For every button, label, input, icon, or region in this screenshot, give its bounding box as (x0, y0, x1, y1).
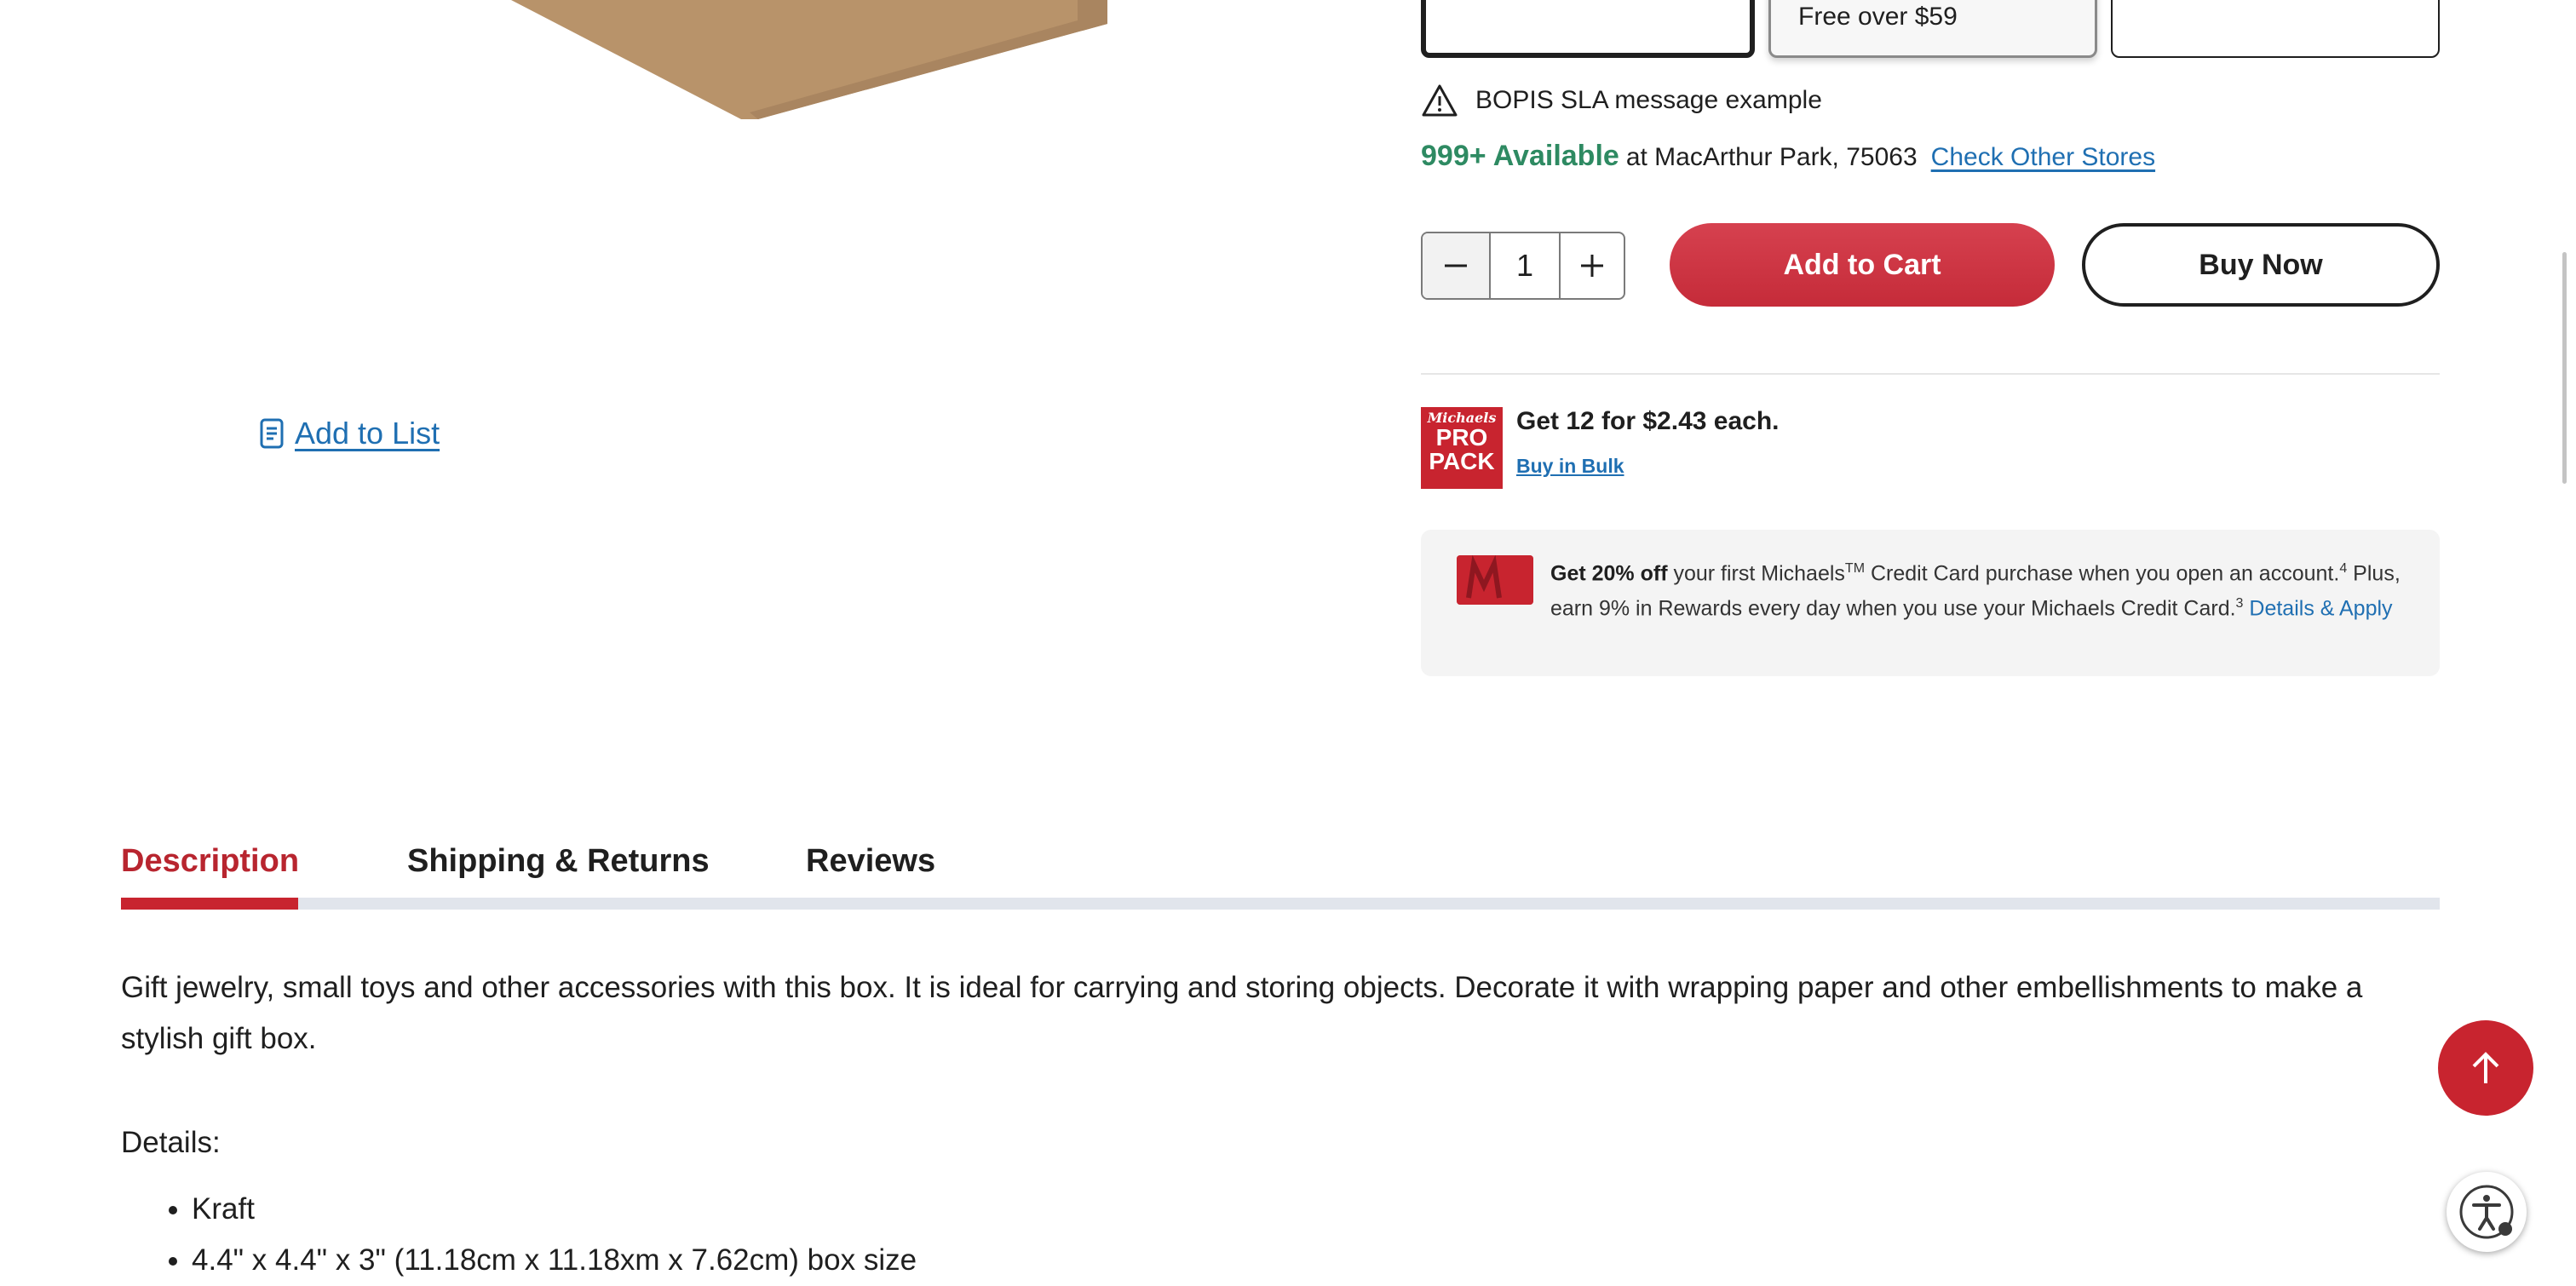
credit-card-promo-text: Get 20% off your first MichaelsTM Credit… (1550, 554, 2411, 624)
arrow-up-icon (2472, 1052, 2499, 1083)
fulfillment-option-pickup[interactable] (1421, 0, 1755, 58)
details-item: 4.4" x 4.4" x 3" (11.18cm x 11.18xm x 7.… (192, 1235, 917, 1286)
tab-track (121, 898, 2440, 910)
availability-count: 999+ Available (1421, 140, 1619, 172)
quantity-input[interactable]: 1 (1491, 233, 1561, 298)
store-availability: 999+ Available at MacArthur Park, 75063 … (1421, 140, 2155, 173)
details-list: Kraft 4.4" x 4.4" x 3" (11.18cm x 11.18x… (121, 1184, 917, 1286)
pro-pack-logo-line2: PACK (1429, 448, 1495, 474)
accessibility-button[interactable] (2447, 1172, 2527, 1252)
product-description: Gift jewelry, small toys and other acces… (121, 971, 2363, 1055)
shipping-option-text: Free over $59 (1798, 3, 1958, 31)
details-label: Details: (121, 1126, 221, 1159)
promo-text-1: your first Michaels (1667, 561, 1845, 586)
sla-message-text: BOPIS SLA message example (1475, 86, 1822, 114)
quantity-stepper: 1 (1421, 232, 1625, 300)
add-to-cart-button[interactable]: Add to Cart (1670, 223, 2055, 307)
check-other-stores-link[interactable]: Check Other Stores (1931, 143, 2155, 172)
fulfillment-option-delivery[interactable] (2111, 0, 2440, 58)
tab-description[interactable]: Description (121, 843, 299, 880)
fulfillment-option-shipping[interactable]: Free over $59 (1768, 0, 2097, 58)
add-to-list-link[interactable]: Add to List (259, 416, 440, 451)
section-divider (1421, 373, 2440, 375)
back-to-top-button[interactable] (2438, 1020, 2533, 1116)
tab-active-indicator (121, 898, 298, 910)
plus-icon (1581, 255, 1603, 277)
quantity-increase-button[interactable] (1561, 233, 1624, 298)
promo-bold: Get 20% off (1550, 561, 1668, 586)
tab-reviews[interactable]: Reviews (806, 843, 935, 880)
add-to-list-label: Add to List (295, 416, 440, 451)
buy-now-button[interactable]: Buy Now (2082, 223, 2440, 307)
product-image (511, 0, 1107, 119)
promo-sup-1: 4 (2339, 561, 2348, 576)
sla-message: BOPIS SLA message example (1421, 83, 1822, 118)
details-item: Kraft (192, 1184, 917, 1235)
tab-shipping-returns[interactable]: Shipping & Returns (407, 843, 710, 880)
availability-location: at MacArthur Park, 75063 (1625, 143, 1918, 171)
credit-card-image (1457, 555, 1533, 605)
buy-in-bulk-link[interactable]: Buy in Bulk (1516, 455, 1624, 478)
scrollbar-thumb[interactable] (2562, 252, 2567, 484)
quantity-decrease-button[interactable] (1423, 233, 1491, 298)
promo-text-2: Credit Card purchase when you open an ac… (1865, 561, 2340, 586)
pro-pack-logo: Michaels PRO PACK (1421, 407, 1503, 489)
list-document-icon (260, 418, 284, 449)
minus-icon (1445, 264, 1467, 267)
accessibility-icon (2459, 1185, 2514, 1239)
details-apply-link[interactable]: Details & Apply (2243, 597, 2392, 621)
promo-tm: TM (1844, 561, 1866, 576)
pro-pack-logo-line1: PRO (1435, 424, 1488, 451)
pro-pack-headline: Get 12 for $2.43 each. (1516, 407, 1780, 435)
warning-triangle-icon (1422, 84, 1458, 117)
